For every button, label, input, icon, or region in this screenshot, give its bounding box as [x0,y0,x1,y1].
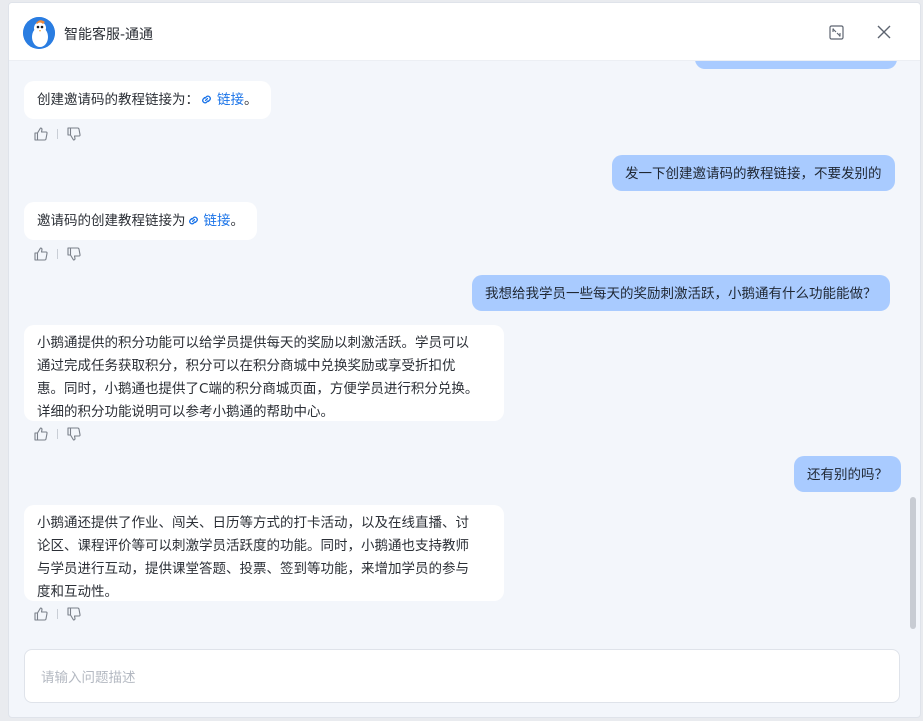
expand-window-icon [828,24,844,40]
thumbs-down-icon[interactable] [66,126,82,142]
link-icon [188,216,198,225]
chat-header: 智能客服-通通 [9,3,920,61]
thumbs-up-icon[interactable] [33,426,49,442]
feedback-bar [33,425,95,443]
thumbs-up-icon[interactable] [33,606,49,622]
tutorial-link[interactable]: 链接 [199,92,244,108]
user-message: 我想给我学员一些每天的奖励刺激活跃，小鹅通有什么功能能做？ [472,275,890,311]
message-line: 惠。同时，小鹅通也提供了C端的积分商城页面，方便学员进行积分兑换。 [37,381,479,397]
avatar [23,17,55,49]
close-icon [877,25,891,39]
chat-window: 智能客服-通通 创建邀请码的教程链接为： 链接。 发一下创建邀请码的教程链接，不要… [8,2,921,718]
chat-scrollbar[interactable] [910,497,916,629]
user-message: 发一下创建邀请码的教程链接，不要发别的 [612,155,895,191]
bot-message: 小鹅通提供的积分功能可以给学员提供每天的奖励以刺激活跃。学员可以 通过完成任务获… [24,325,504,421]
thumbs-down-icon[interactable] [66,426,82,442]
message-text: 邀请码的创建教程链接为 [37,213,186,229]
user-message-partial [695,61,897,69]
message-line: 与学员进行互动，提供课堂答题、投票、签到等功能，来增加学员的参与 [37,561,469,577]
message-punct: 。 [244,92,258,108]
message-line: 小鹅通提供的积分功能可以给学员提供每天的奖励以刺激活跃。学员可以 [37,335,469,351]
message-line: 论区、课程评价等可以刺激学员活跃度的功能。同时，小鹅通也支持教师 [37,538,469,554]
expand-button[interactable] [827,23,845,41]
penguin-mascot-icon [23,17,55,49]
message-line: 小鹅通还提供了作业、闯关、日历等方式的打卡活动，以及在线直播、讨 [37,515,469,531]
close-button[interactable] [875,23,893,41]
tutorial-link[interactable]: 链接 [186,213,231,229]
link-icon [202,95,211,104]
message-punct: 。 [230,213,245,229]
feedback-bar [33,245,95,263]
message-line: 度和互动性。 [37,584,118,600]
message-line: 详细的积分功能说明可以参考小鹅通的帮助中心。 [37,404,334,420]
thumbs-down-icon[interactable] [66,246,82,262]
feedback-bar [33,125,95,143]
thumbs-up-icon[interactable] [33,246,49,262]
message-text: 创建邀请码的教程链接为： [37,92,199,108]
bot-message: 邀请码的创建教程链接为 链接。 [24,202,257,240]
window-title: 智能客服-通通 [64,27,154,43]
feedback-bar [33,605,95,623]
question-input[interactable]: 请输入问题描述 [24,649,900,703]
user-message: 还有别的吗？ [794,456,901,492]
thumbs-down-icon[interactable] [66,606,82,622]
input-placeholder: 请输入问题描述 [41,670,136,686]
message-list[interactable]: 创建邀请码的教程链接为： 链接。 发一下创建邀请码的教程链接，不要发别的 邀请码的… [9,61,920,641]
message-line: 通过完成任务获取积分，积分可以在积分商城中兑换奖励或享受折扣优 [37,358,456,374]
thumbs-up-icon[interactable] [33,126,49,142]
bot-message: 创建邀请码的教程链接为： 链接。 [24,81,271,119]
bot-message: 小鹅通还提供了作业、闯关、日历等方式的打卡活动，以及在线直播、讨 论区、课程评价… [24,505,504,601]
